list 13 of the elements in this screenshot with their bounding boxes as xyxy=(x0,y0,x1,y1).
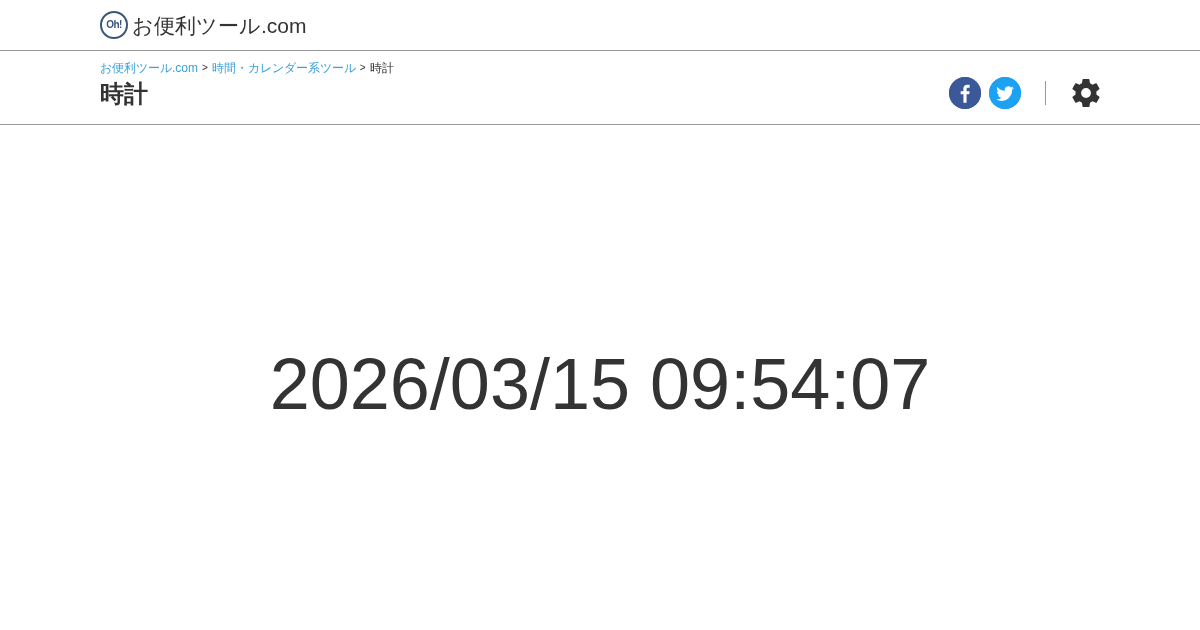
facebook-share-button[interactable] xyxy=(949,76,981,109)
breadcrumb-separator: > xyxy=(359,61,366,75)
settings-button[interactable] xyxy=(1072,78,1100,107)
page-title: 時計 xyxy=(100,81,148,107)
f-letter-icon xyxy=(949,76,981,109)
breadcrumb-separator: > xyxy=(202,61,208,75)
site-logo-link[interactable]: お便利ツール.com xyxy=(132,14,307,36)
logo-mark[interactable]: Oh! xyxy=(100,11,128,39)
settings-icon xyxy=(1072,78,1100,107)
breadcrumb-current: 時計 xyxy=(369,61,394,75)
clock-display: 2026/03/15 09:54:07 xyxy=(269,347,931,422)
twitter-share-button[interactable] xyxy=(989,76,1021,109)
bird-icon xyxy=(989,76,1021,109)
